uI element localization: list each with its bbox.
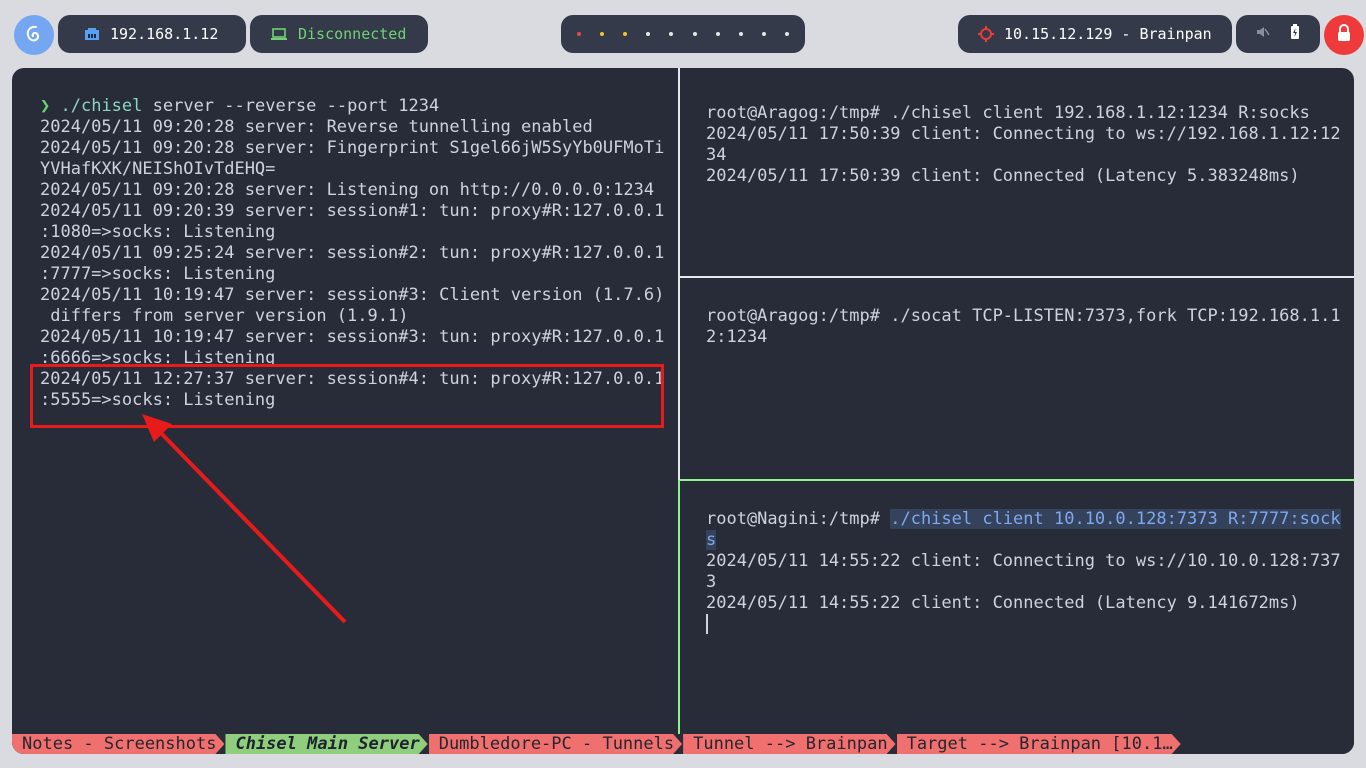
text-cursor: [706, 614, 708, 634]
local-ip-widget[interactable]: 192.168.1.12: [58, 15, 246, 53]
tmux-status-bar[interactable]: Notes - Screenshots Chisel Main Server Dum…: [12, 734, 1354, 754]
selected-command-text-wrap[interactable]: s: [706, 530, 717, 550]
pane-aragog-chisel-client[interactable]: root@Aragog:/tmp# ./chisel client 192.16…: [680, 68, 1354, 277]
workspace-dot-4[interactable]: [646, 32, 651, 36]
aragog-socat-line: 2:1234: [706, 327, 768, 347]
laptop-icon: [270, 27, 288, 41]
pane-nagini-chisel-client[interactable]: root@Nagini:/tmp# ./chisel client 10.10.…: [680, 481, 1354, 734]
tmux-window-tab[interactable]: Target --> Brainpan [10.1…: [897, 734, 1181, 754]
client-output: root@Aragog:/tmp# ./chisel client 192.16…: [706, 103, 1341, 187]
workspace-dot-1[interactable]: [576, 32, 581, 36]
nagini-client-line: 2024/05/11 14:55:22 client: Connected (L…: [706, 593, 1300, 613]
workspace-dot-10[interactable]: [785, 32, 790, 36]
terminal-window[interactable]: ❯ ./chisel server --reverse --port 1234 …: [12, 68, 1354, 754]
workspace-dot-9[interactable]: [762, 32, 767, 36]
nagini-prompt: root@Nagini:/tmp#: [706, 509, 891, 529]
system-tray[interactable]: [1236, 15, 1320, 53]
nagini-command-wrap: s: [706, 530, 717, 551]
nagini-output: 2024/05/11 14:55:22 client: Connecting t…: [706, 551, 1341, 614]
selected-command-text[interactable]: ./chisel client 10.10.0.128:7373 R:7777:…: [890, 509, 1341, 529]
workspace-dot-8[interactable]: [738, 32, 743, 36]
aragog-client-line: 2024/05/11 17:50:39 client: Connecting t…: [706, 124, 1341, 144]
target-widget[interactable]: 10.15.12.129 - Brainpan: [958, 15, 1232, 53]
vpn-status-text: Disconnected: [298, 25, 407, 43]
aragog-socat-line: root@Aragog:/tmp# ./socat TCP-LISTEN:737…: [706, 306, 1341, 326]
workspace-dot-3[interactable]: [622, 32, 627, 36]
aragog-client-line: 34: [706, 145, 727, 165]
tmux-window-tab[interactable]: Tunnel --> Brainpan: [683, 734, 895, 754]
aragog-client-line: root@Aragog:/tmp# ./chisel client 192.16…: [706, 103, 1310, 123]
power-lock-button[interactable]: [1324, 15, 1364, 55]
crosshair-icon: [978, 26, 994, 42]
battery-icon[interactable]: [1290, 24, 1300, 44]
socat-output: root@Aragog:/tmp# ./socat TCP-LISTEN:737…: [706, 306, 1341, 348]
nagini-client-line: 2024/05/11 14:55:22 client: Connecting t…: [706, 551, 1341, 571]
vpn-status-widget[interactable]: Disconnected: [250, 15, 428, 53]
workspace-dot-6[interactable]: [692, 32, 697, 36]
tmux-window-tab[interactable]: Notes - Screenshots: [12, 734, 224, 754]
workspace-dot-2[interactable]: [599, 32, 604, 36]
debian-logo-icon[interactable]: [14, 15, 54, 55]
lock-icon: [1336, 24, 1352, 46]
nagini-command-line: root@Nagini:/tmp# ./chisel client 10.10.…: [706, 509, 1341, 530]
tmux-window-tab[interactable]: Dumbledore-PC - Tunnels: [429, 734, 682, 754]
target-text: 10.15.12.129 - Brainpan: [1004, 25, 1212, 43]
workspace-switcher[interactable]: [561, 15, 805, 53]
aragog-client-line: 2024/05/11 17:50:39 client: Connected (L…: [706, 166, 1300, 186]
nagini-client-line: 3: [706, 572, 717, 592]
workspace-dot-5[interactable]: [669, 32, 674, 36]
volume-muted-icon[interactable]: [1256, 25, 1270, 43]
network-icon: [84, 27, 100, 41]
workspace-dot-7[interactable]: [715, 32, 720, 36]
local-ip-text: 192.168.1.12: [110, 25, 219, 43]
annotation-arrow-icon: [142, 414, 347, 624]
tmux-window-tab[interactable]: Chisel Main Server: [225, 734, 427, 754]
pane-aragog-socat[interactable]: root@Aragog:/tmp# ./socat TCP-LISTEN:737…: [680, 278, 1354, 480]
